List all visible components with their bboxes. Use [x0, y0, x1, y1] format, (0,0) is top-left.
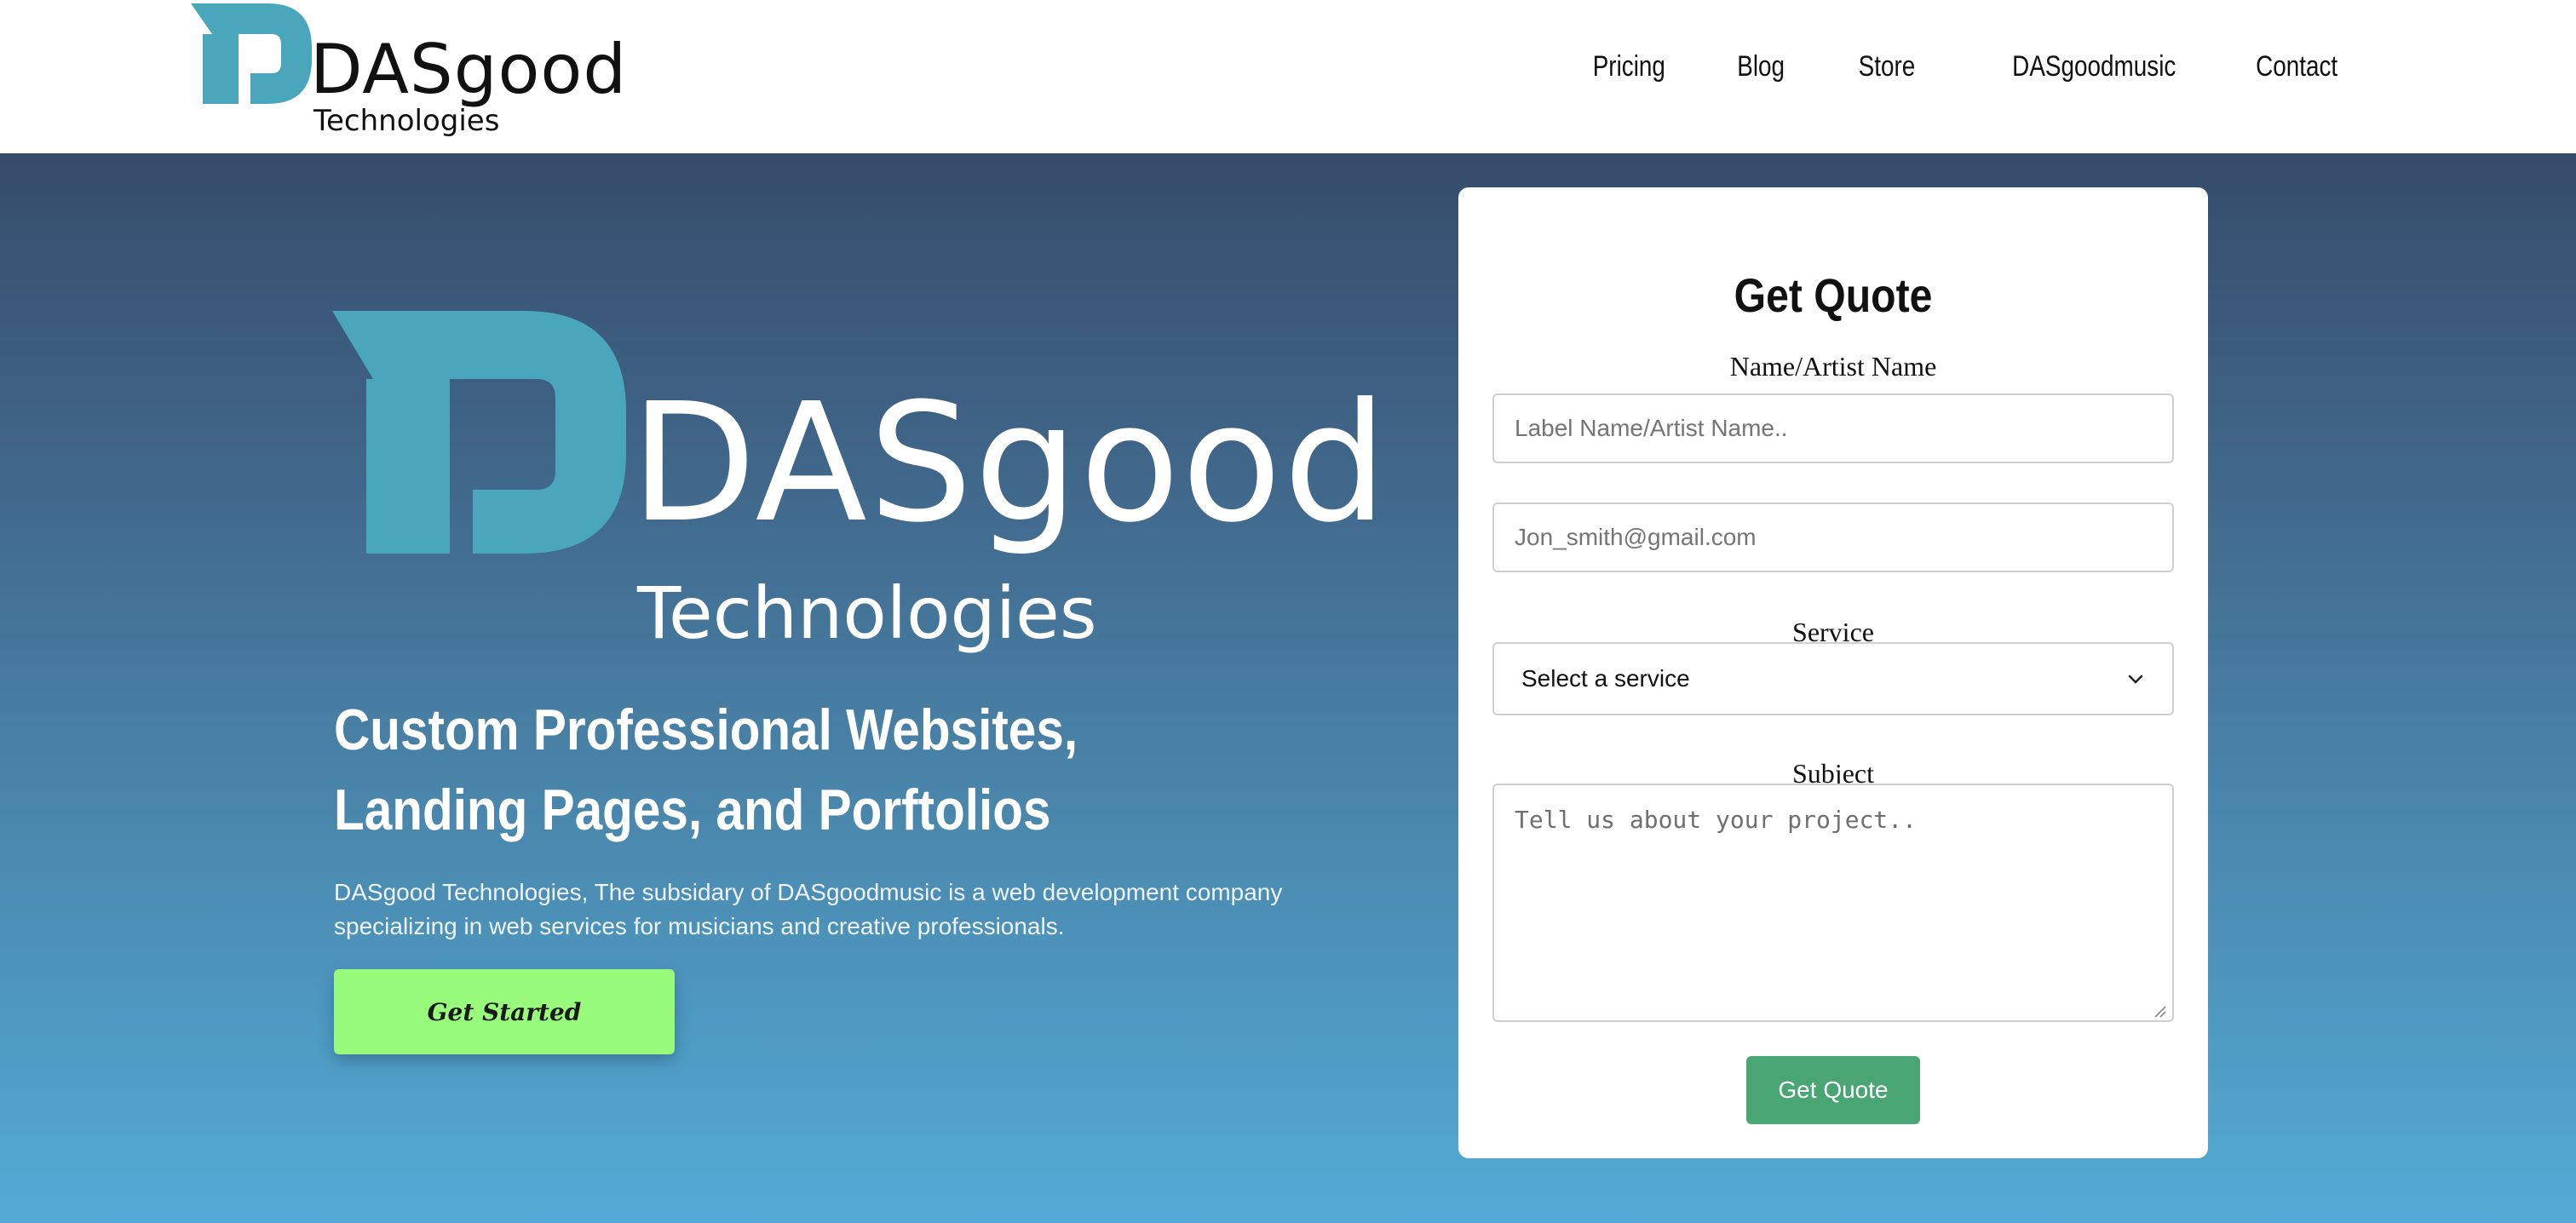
nav-pricing[interactable]: Pricing	[1593, 50, 1665, 83]
name-label: Name/Artist Name	[1729, 351, 1937, 382]
header-logo-brand: DASgood	[310, 30, 628, 109]
header-logo[interactable]: DASgood Technologies	[191, 3, 626, 148]
hero-logo: DASgood Technologies	[332, 311, 1387, 669]
hero-section: DASgood Technologies Custom Professional…	[0, 153, 2576, 1223]
das-logo-mark-icon	[332, 311, 626, 554]
quote-form-title: Get Quote	[1734, 268, 1933, 322]
nav-contact[interactable]: Contact	[2256, 50, 2337, 83]
get-started-button[interactable]: Get Started	[334, 969, 675, 1054]
site-header: DASgood Technologies Pricing Blog Store …	[0, 0, 2576, 153]
subject-wrapper	[1458, 784, 2208, 1024]
email-input[interactable]	[1492, 502, 2174, 572]
service-select-value: Select a service	[1521, 665, 1690, 692]
resize-grip-icon[interactable]	[2152, 1003, 2167, 1019]
das-logo-mark-icon	[191, 3, 312, 104]
subject-textarea[interactable]	[1492, 784, 2174, 1022]
main-nav: Pricing Blog Store DASgoodmusic Contact	[1515, 43, 2337, 90]
header-logo-sub: Technologies	[313, 104, 500, 138]
name-input[interactable]	[1492, 393, 2174, 463]
quote-form-card: Get Quote Name/Artist Name Service Selec…	[1458, 187, 2208, 1158]
chevron-down-icon	[2128, 675, 2143, 684]
service-select[interactable]: Select a service	[1492, 642, 2174, 715]
hero-headline: Custom Professional Websites, Landing Pa…	[334, 698, 1078, 842]
hero-logo-sub: Technologies	[637, 571, 1097, 655]
hero-logo-brand: DASgood	[630, 369, 1389, 559]
nav-store[interactable]: Store	[1859, 50, 1916, 83]
hero-description: DASgood Technologies, The subsidary of D…	[334, 879, 1283, 939]
get-quote-submit-button[interactable]: Get Quote	[1746, 1056, 1920, 1124]
nav-dasgoodmusic[interactable]: DASgoodmusic	[2013, 50, 2176, 83]
nav-blog[interactable]: Blog	[1737, 50, 1785, 83]
